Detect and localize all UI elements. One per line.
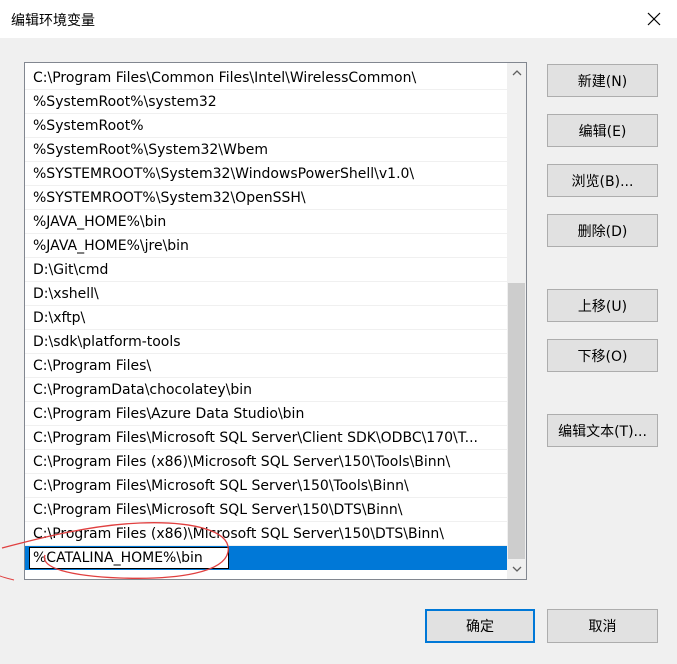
window-title: 编辑环境变量 bbox=[11, 13, 95, 29]
edit-text-button[interactable]: 编辑文本(T)... bbox=[547, 414, 658, 447]
close-icon bbox=[647, 12, 661, 26]
list-item[interactable]: D:\xshell\ bbox=[25, 282, 507, 306]
move-down-button[interactable]: 下移(O) bbox=[547, 339, 658, 372]
vertical-scrollbar[interactable] bbox=[507, 63, 526, 579]
list-item[interactable]: D:\sdk\platform-tools bbox=[25, 330, 507, 354]
browse-button[interactable]: 浏览(B)... bbox=[547, 164, 658, 197]
list-item[interactable]: C:\ProgramData\chocolatey\bin bbox=[25, 378, 507, 402]
list-item[interactable]: D:\xftp\ bbox=[25, 306, 507, 330]
list-item[interactable]: C:\Program Files\ bbox=[25, 354, 507, 378]
close-button[interactable] bbox=[631, 0, 677, 38]
list-item[interactable]: %SystemRoot%\System32\Wbem bbox=[25, 138, 507, 162]
list-item[interactable]: C:\Program Files\Common Files\Intel\Wire… bbox=[25, 66, 507, 90]
edit-button[interactable]: 编辑(E) bbox=[547, 114, 658, 147]
delete-button[interactable]: 删除(D) bbox=[547, 214, 658, 247]
list-item[interactable]: C:\Program Files (x86)\Microsoft SQL Ser… bbox=[25, 522, 507, 546]
cancel-button[interactable]: 取消 bbox=[547, 609, 658, 643]
new-button[interactable]: 新建(N) bbox=[547, 64, 658, 97]
list-item[interactable]: C:\Program Files\Azure Data Studio\bin bbox=[25, 402, 507, 426]
list-item[interactable]: C:\Program Files\Microsoft SQL Server\15… bbox=[25, 474, 507, 498]
scroll-thumb[interactable] bbox=[508, 283, 525, 559]
scroll-up-button[interactable] bbox=[507, 63, 526, 83]
list-item[interactable]: C:\Program Files\Microsoft SQL Server\15… bbox=[25, 498, 507, 522]
list-item[interactable]: %SYSTEMROOT%\System32\WindowsPowerShell\… bbox=[25, 162, 507, 186]
list-item[interactable]: C:\Program Files\Microsoft SQL Server\Cl… bbox=[25, 426, 507, 450]
ok-button[interactable]: 确定 bbox=[425, 609, 535, 643]
list-item[interactable]: C:\Program Files (x86)\Microsoft SQL Ser… bbox=[25, 450, 507, 474]
title-bar: 编辑环境变量 bbox=[0, 0, 677, 38]
path-list[interactable]: C:\Program Files\Common Files\Intel\Wire… bbox=[24, 62, 527, 580]
list-item[interactable]: %JAVA_HOME%\bin bbox=[25, 210, 507, 234]
list-item[interactable]: D:\Git\cmd bbox=[25, 258, 507, 282]
list-item[interactable]: %SystemRoot% bbox=[25, 114, 507, 138]
list-item[interactable]: %JAVA_HOME%\jre\bin bbox=[25, 234, 507, 258]
path-edit-input[interactable]: %CATALINA_HOME%\bin bbox=[29, 547, 229, 569]
list-item[interactable]: %SystemRoot%\system32 bbox=[25, 90, 507, 114]
scroll-down-button[interactable] bbox=[507, 559, 526, 579]
list-item[interactable]: %SYSTEMROOT%\System32\OpenSSH\ bbox=[25, 186, 507, 210]
chevron-down-icon bbox=[512, 566, 521, 572]
list-item-selected[interactable]: %CATALINA_HOME%\bin bbox=[25, 546, 507, 570]
move-up-button[interactable]: 上移(U) bbox=[547, 289, 658, 322]
chevron-up-icon bbox=[512, 70, 521, 76]
path-list-items: C:\Program Files\Common Files\Intel\Wire… bbox=[25, 66, 507, 570]
